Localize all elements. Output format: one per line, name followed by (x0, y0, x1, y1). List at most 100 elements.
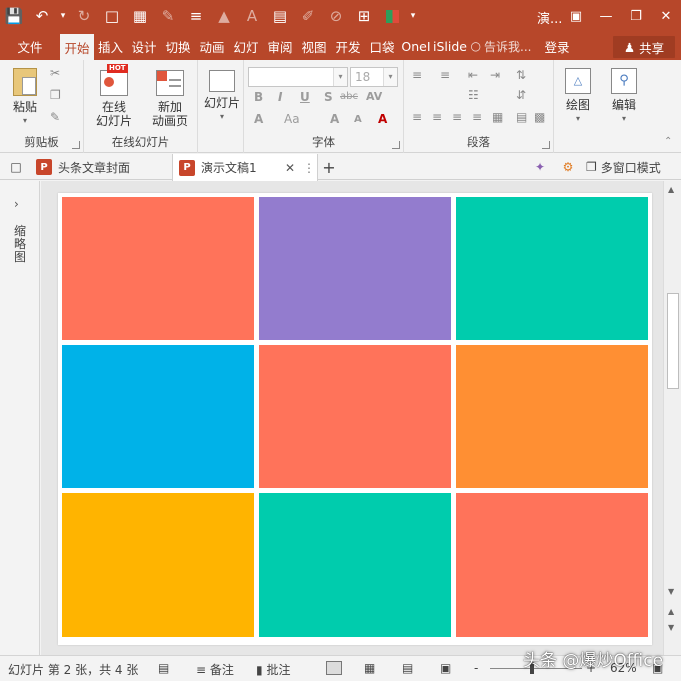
smartart-icon[interactable]: ▩ (534, 110, 545, 124)
slideshow-icon[interactable]: ▣ (440, 661, 451, 675)
previous-slide-icon[interactable]: ▲ (668, 607, 674, 616)
more-icon[interactable]: ⋮ (303, 161, 315, 175)
expand-pane-icon[interactable]: › (14, 197, 19, 211)
slide-sorter-icon[interactable]: ▦ (364, 661, 375, 675)
tab-file[interactable]: 文件 (0, 32, 60, 60)
line-spacing-icon[interactable]: ⇅ (516, 68, 526, 82)
font-size-select[interactable]: 18 ▾ (350, 67, 398, 87)
restore-icon[interactable]: ❐ (621, 0, 651, 32)
format-painter-icon[interactable]: ✎ (154, 0, 182, 32)
italic-button[interactable]: I (278, 90, 282, 104)
tab-view[interactable]: 视图 (297, 32, 331, 60)
slide-shape[interactable] (62, 345, 254, 488)
undo-dropdown-icon[interactable]: ▾ (56, 0, 70, 32)
new-doc-icon[interactable]: □ (4, 154, 28, 180)
share-button[interactable]: ♟ 共享 (613, 36, 675, 58)
paste-button[interactable]: 粘贴 ▾ (8, 66, 42, 128)
cut-icon[interactable]: ✂ (50, 66, 60, 80)
grow-font-button[interactable]: A (330, 112, 339, 126)
thumbnail-pane-label[interactable]: 缩略图 (14, 225, 28, 264)
font-color-icon[interactable]: A (238, 0, 266, 32)
reading-view-icon[interactable]: ▤ (402, 661, 413, 675)
tell-me-search[interactable]: ○ 告诉我... (467, 32, 535, 60)
align-center-icon[interactable]: ≡ (432, 110, 442, 124)
decrease-indent-icon[interactable]: ⇤ (468, 68, 478, 82)
paragraph-launcher-icon[interactable] (542, 141, 550, 149)
increase-indent-icon[interactable]: ⇥ (490, 68, 500, 82)
tab-pocket[interactable]: 口袋 (365, 32, 399, 60)
collapse-ribbon-icon[interactable]: ⌃ (664, 136, 672, 147)
slide-shape[interactable] (456, 493, 648, 637)
brush-icon[interactable]: ✐ (294, 0, 322, 32)
underline-button[interactable]: U (300, 90, 310, 104)
tab-islide[interactable]: iSlide (433, 32, 467, 60)
bold-button[interactable]: B (254, 90, 263, 104)
customize-dropdown-icon[interactable]: ▾ (406, 0, 420, 32)
tab-animations[interactable]: 动画 (195, 32, 229, 60)
online-slide-button[interactable]: HOT 在线 幻灯片 (90, 64, 138, 128)
settings-gear-icon[interactable]: ⚙ (558, 154, 578, 180)
undo-icon[interactable]: ↶ (28, 0, 56, 32)
slide-shape[interactable] (62, 197, 254, 340)
format-painter-icon[interactable]: ✎ (50, 110, 60, 124)
tab-review[interactable]: 审阅 (263, 32, 297, 60)
tab-transitions[interactable]: 切换 (161, 32, 195, 60)
align-icon[interactable]: ≡ (182, 0, 210, 32)
numbering-icon[interactable]: ≡ (440, 68, 450, 82)
tab-insert[interactable]: 插入 (94, 32, 127, 60)
align-right-icon[interactable]: ≡ (452, 110, 462, 124)
minimize-icon[interactable]: — (591, 0, 621, 32)
font-color-button[interactable]: A (378, 112, 387, 126)
copy-icon[interactable]: ❐ (50, 88, 61, 102)
multi-window-button[interactable]: ❐ 多窗口模式 (586, 154, 681, 180)
add-tab-button[interactable]: + (320, 154, 338, 180)
spellcheck-icon[interactable]: ▤ (158, 661, 169, 675)
slide-shape[interactable] (62, 493, 254, 637)
eraser-icon[interactable]: ⊘ (322, 0, 350, 32)
slide-shape[interactable] (456, 197, 648, 340)
fill-icon[interactable]: ▲ (210, 0, 238, 32)
slide-shape[interactable] (259, 197, 451, 340)
slide-shape[interactable] (259, 493, 451, 637)
comments-button[interactable]: ▮ 批注 (256, 661, 290, 678)
notes-button[interactable]: ≡ 备注 (196, 661, 234, 678)
slide-shape[interactable] (259, 345, 451, 488)
scroll-up-icon[interactable]: ▲ (668, 185, 674, 194)
login-link[interactable]: 登录 (535, 32, 579, 60)
drawing-button[interactable]: △ 绘图 ▾ (560, 66, 596, 126)
columns-icon[interactable]: ☷ (468, 88, 479, 102)
paste-icon[interactable]: ▤ (266, 0, 294, 32)
tab-developer[interactable]: 开发 (331, 32, 365, 60)
zoom-out-button[interactable]: - (474, 661, 478, 675)
font-name-select[interactable]: ▾ (248, 67, 348, 87)
next-slide-icon[interactable]: ▼ (668, 623, 674, 632)
distribute-icon[interactable]: ▦ (492, 110, 503, 124)
slide[interactable] (58, 193, 652, 645)
slide-button[interactable]: 幻灯片 ▾ (202, 66, 242, 124)
align-text-icon[interactable]: ▤ (516, 110, 527, 124)
new-animation-button[interactable]: 新加 动画页 (146, 66, 194, 128)
justify-icon[interactable]: ≡ (472, 110, 482, 124)
char-spacing-button[interactable]: AV (366, 90, 382, 103)
bullets-icon[interactable]: ≡ (412, 68, 422, 82)
clipboard-launcher-icon[interactable] (72, 141, 80, 149)
crop-icon[interactable]: ⊞ (350, 0, 378, 32)
text-direction-icon[interactable]: ⇵ (516, 88, 526, 102)
layout-icon[interactable]: ▦ (126, 0, 154, 32)
scroll-down-icon[interactable]: ▼ (668, 587, 674, 596)
font-launcher-icon[interactable] (392, 141, 400, 149)
new-file-icon[interactable]: □ (98, 0, 126, 32)
scrollbar-thumb[interactable] (667, 293, 679, 389)
strikethrough-button[interactable]: abc (340, 91, 358, 102)
close-tab-icon[interactable]: ✕ (285, 161, 295, 175)
shadow-button[interactable]: S (324, 90, 333, 104)
redo-icon[interactable]: ↻ (70, 0, 98, 32)
doc-tab-cover[interactable]: P 头条文章封面 (32, 154, 168, 180)
normal-view-icon[interactable] (326, 661, 342, 675)
close-icon[interactable]: ✕ (651, 0, 681, 32)
tab-home[interactable]: 开始 (60, 34, 94, 60)
align-left-icon[interactable]: ≡ (412, 110, 422, 124)
tab-design[interactable]: 设计 (127, 32, 161, 60)
shrink-font-button[interactable]: A (354, 114, 362, 125)
sparkle-icon[interactable]: ✦ (530, 154, 550, 180)
